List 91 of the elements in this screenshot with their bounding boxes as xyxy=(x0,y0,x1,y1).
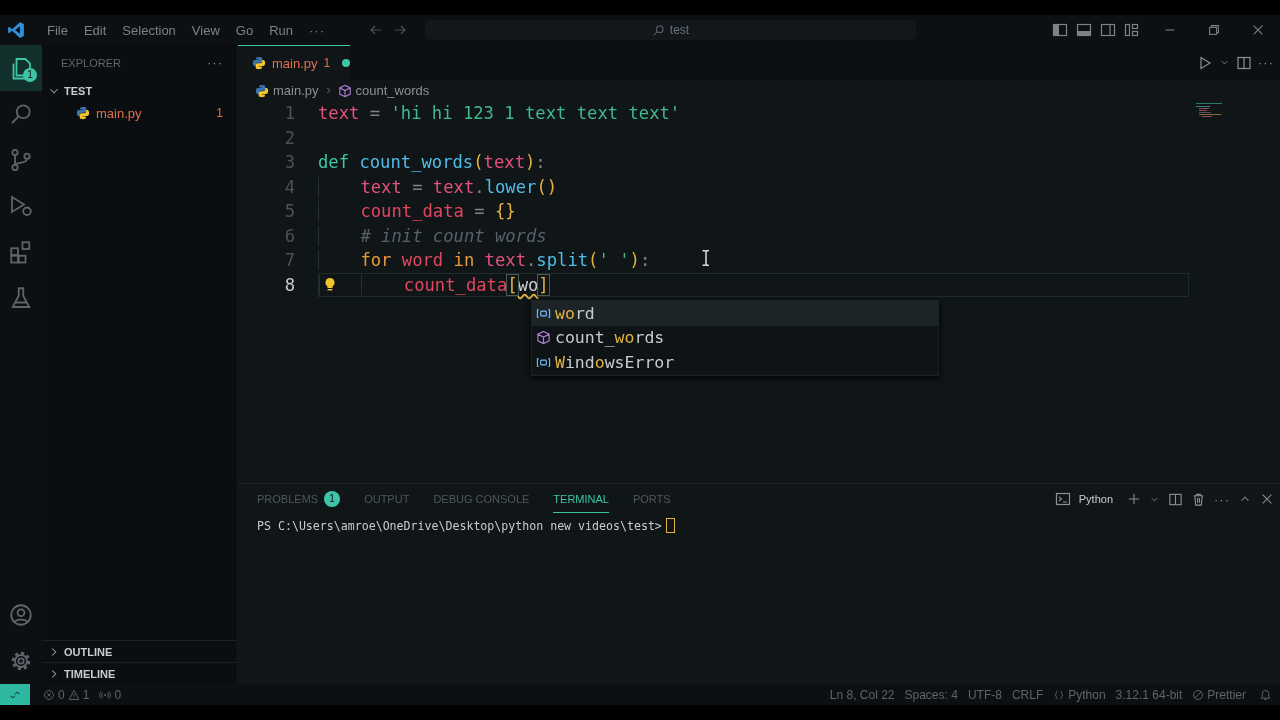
line-number: 3 xyxy=(283,152,295,173)
account-icon[interactable] xyxy=(9,603,33,627)
suggestion-item[interactable]: word xyxy=(532,301,938,326)
menu-item[interactable]: Edit xyxy=(75,22,115,38)
line-number: 7 xyxy=(283,250,295,271)
sidebar-toggle-icon[interactable] xyxy=(1052,22,1068,38)
app-logo-icon xyxy=(7,21,25,39)
suggestion-item[interactable]: count_words xyxy=(532,325,938,350)
run-icon[interactable] xyxy=(1197,54,1213,71)
add-icon[interactable] xyxy=(1127,492,1141,506)
bell-icon[interactable] xyxy=(1259,688,1272,701)
line-number: 8 xyxy=(283,274,295,295)
line-number: 5 xyxy=(283,201,295,222)
code-line: count_data = {} xyxy=(318,201,516,222)
blocked-icon xyxy=(1192,688,1205,701)
menu-item[interactable]: Selection xyxy=(114,22,184,38)
more-button[interactable]: ··· xyxy=(1214,491,1230,507)
error-icon xyxy=(43,688,55,701)
search-icon xyxy=(9,102,33,126)
breadcrumb-item[interactable]: count_words xyxy=(355,83,430,98)
python-file-icon xyxy=(252,56,266,70)
code-line: for word in text.split(' '): xyxy=(318,250,651,271)
ports-status[interactable]: 0 xyxy=(94,687,127,702)
status-item[interactable]: CRLF xyxy=(1006,687,1049,702)
split-terminal-icon[interactable] xyxy=(1168,491,1183,507)
flask-icon xyxy=(9,286,33,310)
count-badge: 1 xyxy=(23,68,37,82)
editor-tab[interactable]: main.py 1 xyxy=(238,45,350,80)
layout-icon[interactable] xyxy=(1124,22,1140,38)
menu-item[interactable]: File xyxy=(39,22,76,38)
python-file-icon xyxy=(255,83,269,98)
terminal-icon[interactable] xyxy=(1054,491,1071,507)
line-number: 6 xyxy=(283,225,295,246)
line-number: 1 xyxy=(283,103,295,124)
warning-icon xyxy=(67,688,80,701)
status-item[interactable]: 3.12.1 64-bit xyxy=(1110,687,1188,702)
close-icon[interactable] xyxy=(1260,492,1274,506)
split-editor-icon[interactable] xyxy=(1236,54,1252,71)
folder-name[interactable]: TEST xyxy=(64,85,93,97)
status-item[interactable]: Ln 8, Col 22 xyxy=(824,687,900,702)
search-icon xyxy=(651,23,665,37)
code-line: text = text.lower() xyxy=(318,176,558,197)
file-name[interactable]: main.py xyxy=(96,105,211,121)
menu-item[interactable]: Run xyxy=(261,22,301,38)
secondary-sidebar-icon[interactable] xyxy=(1100,22,1116,38)
section-header[interactable]: OUTLINE xyxy=(64,645,113,658)
source-control-icon xyxy=(9,148,33,172)
tab-label: main.py xyxy=(272,55,318,71)
count-badge: 1 xyxy=(324,490,341,507)
extensions-icon xyxy=(9,240,33,264)
more-button[interactable]: ··· xyxy=(1258,55,1274,70)
terminal-name[interactable]: Python xyxy=(1078,493,1113,505)
panel-title: EXPLORER xyxy=(61,56,121,69)
line-number: 2 xyxy=(283,127,295,148)
restore-icon[interactable] xyxy=(1207,23,1221,37)
terminal-prompt: PS C:\Users\amroe\OneDrive\Desktop\python new videos\test> xyxy=(257,518,662,533)
problem-count: 1 xyxy=(216,106,224,120)
close-icon[interactable] xyxy=(1251,23,1265,37)
panel-toggle-icon[interactable] xyxy=(1076,22,1092,38)
settings-icon[interactable] xyxy=(9,649,33,673)
menu-item[interactable]: View xyxy=(183,22,228,38)
code-line: text = 'hi hi 123 1 text text text' xyxy=(318,103,681,124)
status-item[interactable]: Python xyxy=(1048,687,1111,702)
run-debug-icon xyxy=(9,194,33,218)
broadcast-icon xyxy=(99,688,112,701)
lightbulb-icon[interactable] xyxy=(322,276,338,293)
cube-icon xyxy=(337,83,352,98)
section-header[interactable]: TIMELINE xyxy=(64,667,116,680)
problems-status[interactable]: 0 1 xyxy=(38,687,95,702)
panel-tab[interactable]: PROBLEMS 1 xyxy=(257,483,341,515)
status-item[interactable]: Prettier xyxy=(1187,687,1251,702)
braces-icon xyxy=(1053,688,1066,701)
more-button[interactable]: ··· xyxy=(207,55,223,70)
status-item[interactable]: UTF-8 xyxy=(962,687,1007,702)
panel-tab[interactable]: TERMINAL xyxy=(553,485,609,513)
more-menu-button[interactable]: ··· xyxy=(301,22,333,38)
activity-item[interactable]: 1 xyxy=(0,45,42,91)
menu-item[interactable]: Go xyxy=(227,22,262,38)
trash-icon[interactable] xyxy=(1191,491,1206,507)
suggestion-item[interactable]: WindowsError xyxy=(532,350,938,375)
line-number: 4 xyxy=(283,176,295,197)
command-search-field[interactable]: test xyxy=(425,20,916,40)
code-line: def count_words(text): xyxy=(318,152,546,173)
status-item[interactable]: Spaces: 4 xyxy=(899,687,963,702)
terminal-cursor xyxy=(665,518,675,533)
breadcrumb-item[interactable]: main.py xyxy=(273,83,319,98)
problem-count: 1 xyxy=(323,56,331,70)
code-line: # init count words xyxy=(318,225,547,246)
python-file-icon xyxy=(76,106,90,120)
panel-tab[interactable]: OUTPUT xyxy=(364,485,410,513)
cube-icon xyxy=(536,330,551,346)
